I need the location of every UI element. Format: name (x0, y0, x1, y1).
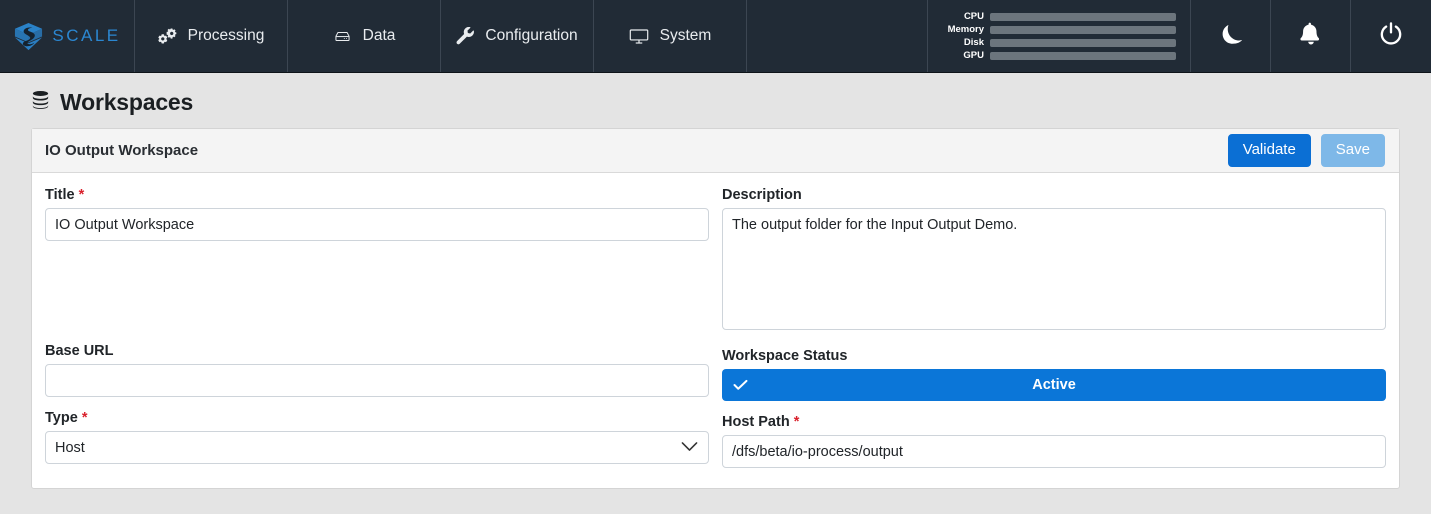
field-type: Type * Host (45, 410, 709, 464)
field-label-base-url: Base URL (45, 343, 709, 359)
card-header: IO Output Workspace Validate Save (32, 129, 1399, 173)
bell-icon (1299, 21, 1323, 51)
stat-label: GPU (963, 50, 984, 61)
nav-item-processing[interactable]: Processing (135, 0, 288, 72)
workspace-card: IO Output Workspace Validate Save Title … (31, 128, 1400, 489)
type-select-wrapper: Host (45, 431, 709, 464)
power-icon (1378, 21, 1404, 52)
save-button[interactable]: Save (1320, 134, 1385, 167)
cogs-icon (158, 27, 177, 45)
validate-button[interactable]: Validate (1227, 134, 1311, 167)
required-marker: * (793, 414, 800, 430)
field-label-description: Description (722, 187, 1386, 203)
page-title-text: Workspaces (60, 89, 194, 115)
stat-bar-track (990, 51, 1176, 60)
top-navbar: SCALE Processing Data Configuration Syst… (0, 0, 1431, 73)
type-select-value: Host (55, 439, 85, 456)
page-title: Workspaces (30, 89, 1415, 116)
required-marker: * (78, 187, 85, 203)
wrench-icon (456, 27, 475, 45)
brand-home-link[interactable]: SCALE (0, 0, 135, 72)
workspace-status-toggle[interactable]: Active (722, 369, 1386, 401)
stat-bar-track (990, 38, 1176, 47)
field-label-title: Title * (45, 187, 709, 203)
card-body: Title * Base URL Type * (32, 173, 1399, 488)
dark-mode-toggle[interactable] (1191, 0, 1271, 72)
hard-drive-icon (333, 29, 352, 44)
nav-item-data[interactable]: Data (288, 0, 441, 72)
page-content: Workspaces IO Output Workspace Validate … (0, 73, 1431, 489)
nav-item-configuration[interactable]: Configuration (441, 0, 594, 72)
field-base-url: Base URL (45, 343, 709, 397)
check-icon (733, 379, 748, 391)
field-label-workspace-status: Workspace Status (722, 348, 1386, 364)
host-path-input[interactable] (722, 435, 1386, 468)
base-url-input[interactable] (45, 364, 709, 397)
title-input[interactable] (45, 208, 709, 241)
description-textarea[interactable] (722, 208, 1386, 330)
card-actions: Validate Save (1227, 134, 1385, 167)
scale-logo-icon (13, 21, 44, 52)
stat-row-memory: Memory (942, 24, 1176, 35)
card-title: IO Output Workspace (45, 142, 199, 159)
label-text: Host Path (722, 414, 790, 430)
field-label-type: Type * (45, 410, 709, 426)
form-column-right: Description Workspace Status Active (722, 187, 1386, 468)
field-workspace-status: Workspace Status Active (722, 348, 1386, 401)
label-text: Description (722, 187, 802, 203)
desktop-icon (629, 28, 649, 45)
required-marker: * (81, 410, 88, 426)
label-text: Type (45, 410, 78, 426)
nav-item-system[interactable]: System (594, 0, 747, 72)
nav-item-label: System (659, 27, 712, 44)
stat-row-gpu: GPU (942, 50, 1176, 61)
label-text: Base URL (45, 343, 114, 359)
label-text: Workspace Status (722, 348, 848, 364)
system-stats-panel: CPU Memory Disk GPU (927, 0, 1191, 72)
stat-bar-track (990, 25, 1176, 34)
navbar-spacer (747, 0, 927, 72)
field-label-host-path: Host Path * (722, 414, 1386, 430)
stat-label: Disk (963, 37, 984, 48)
database-stack-icon (30, 89, 51, 116)
stat-row-disk: Disk (942, 37, 1176, 48)
field-host-path: Host Path * (722, 414, 1386, 468)
brand-text: SCALE (52, 26, 121, 45)
label-text: Title (45, 187, 75, 203)
field-title: Title * (45, 187, 709, 241)
field-description: Description (722, 187, 1386, 335)
nav-item-label: Processing (187, 27, 265, 44)
column-spacer (45, 254, 709, 343)
form-column-left: Title * Base URL Type * (45, 187, 709, 468)
nav-item-label: Configuration (485, 27, 578, 44)
stat-label: CPU (963, 11, 984, 22)
workspace-status-label: Active (1032, 377, 1076, 393)
nav-item-label: Data (362, 27, 396, 44)
stat-bar-track (990, 12, 1176, 21)
stat-label: Memory (947, 24, 984, 35)
notifications-button[interactable] (1271, 0, 1351, 72)
power-button[interactable] (1351, 0, 1431, 72)
type-select[interactable]: Host (45, 431, 709, 464)
stat-row-cpu: CPU (942, 11, 1176, 22)
moon-icon (1218, 21, 1244, 52)
